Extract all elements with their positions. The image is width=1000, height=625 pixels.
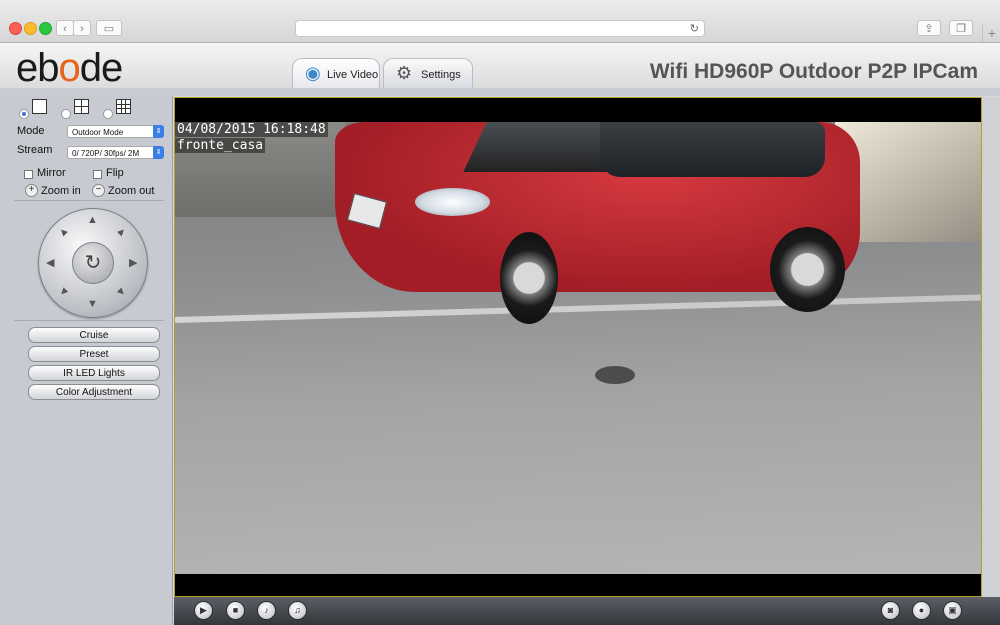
quad-view-icon <box>74 99 89 114</box>
manhole-cover <box>595 366 635 384</box>
webcam-icon: ◉ <box>305 63 321 83</box>
stop-icon[interactable]: ■ <box>226 601 245 620</box>
front-wheel <box>500 232 558 324</box>
zoom-out-icon[interactable]: − <box>92 184 105 197</box>
zoom-out-label[interactable]: Zoom out <box>108 185 154 197</box>
pan-down-right-button[interactable]: ▼ <box>113 284 129 300</box>
pan-left-button[interactable]: ◀ <box>46 256 54 269</box>
fullscreen-icon[interactable]: ▣ <box>943 601 962 620</box>
flip-label: Flip <box>106 167 124 179</box>
osd-timestamp: 04/08/2015 16:18:48 <box>175 122 328 137</box>
cruise-button[interactable]: Cruise <box>28 327 160 343</box>
page-edge <box>982 97 1000 597</box>
video-toolbar: ▶ ■ ♪ ♫ ◙ ● ▣ <box>174 597 1000 625</box>
audio-icon[interactable]: ♫ <box>288 601 307 620</box>
snapshot-icon[interactable]: ◙ <box>881 601 900 620</box>
close-window-button[interactable] <box>9 22 22 35</box>
tab-settings[interactable]: ⚙ Settings <box>383 58 473 88</box>
logo: ebode <box>16 46 123 90</box>
mode-label: Mode <box>17 125 45 137</box>
divider <box>14 200 164 201</box>
ptz-control-pad: ▲ ▼ ◀ ▶ ▲ ▲ ▼ ▼ ↻ <box>38 208 148 318</box>
pan-up-button[interactable]: ▲ <box>87 214 98 226</box>
reload-icon[interactable]: ↻ <box>690 22 699 35</box>
layout-radio-nine[interactable] <box>103 109 113 119</box>
play-icon[interactable]: ▶ <box>194 601 213 620</box>
ptz-center-button[interactable]: ↻ <box>72 242 114 284</box>
tab-strip <box>0 88 1000 96</box>
select-arrow-icon: ⇕ <box>153 146 164 159</box>
rotate-icon: ↻ <box>84 252 102 274</box>
osd-camera-name: fronte_casa <box>175 138 266 153</box>
camera-frame: 04/08/2015 16:18:48 fronte_casa <box>175 122 981 574</box>
nine-view-icon <box>116 99 131 114</box>
road-marking <box>175 294 981 323</box>
layout-radio-quad[interactable] <box>61 109 71 119</box>
flip-checkbox[interactable] <box>93 170 102 179</box>
address-bar[interactable]: ↻ <box>295 20 705 37</box>
pan-down-button[interactable]: ▼ <box>87 298 98 310</box>
color-adjustment-button[interactable]: Color Adjustment <box>28 384 160 400</box>
zoom-window-button[interactable] <box>39 22 52 35</box>
browser-chrome: ‹ › ▭ ↻ ⇪ ❐ + <box>0 0 1000 43</box>
minimize-window-button[interactable] <box>24 22 37 35</box>
preset-button[interactable]: Preset <box>28 346 160 362</box>
mirror-checkbox[interactable] <box>24 170 33 179</box>
divider <box>14 320 164 321</box>
live-video-view[interactable]: 04/08/2015 16:18:48 fronte_casa <box>174 97 982 597</box>
sidebar-icon[interactable]: ▭ <box>96 20 122 36</box>
mode-select[interactable]: Outdoor Mode ⇕ <box>67 125 164 138</box>
chevron-left-icon[interactable]: ‹ <box>56 20 74 36</box>
pan-right-button[interactable]: ▶ <box>129 256 137 269</box>
rear-wheel <box>770 227 845 312</box>
chevron-right-icon[interactable]: › <box>73 20 91 36</box>
pan-down-left-button[interactable]: ▼ <box>55 284 71 300</box>
layout-radio-single[interactable] <box>19 109 29 119</box>
plus-icon[interactable]: + <box>982 25 1000 42</box>
gears-icon: ⚙ <box>396 63 413 83</box>
control-panel: Mode Outdoor Mode ⇕ Stream 0/ 720P/ 30fp… <box>0 96 173 625</box>
record-icon[interactable]: ● <box>912 601 931 620</box>
select-arrow-icon: ⇕ <box>153 125 164 138</box>
car-windows <box>600 122 825 177</box>
single-view-icon <box>32 99 47 114</box>
stream-select[interactable]: 0/ 720P/ 30fps/ 2M ⇕ <box>67 146 164 159</box>
zoom-in-label[interactable]: Zoom in <box>41 185 81 197</box>
product-title: Wifi HD960P Outdoor P2P IPCam <box>649 60 978 83</box>
car-headlight <box>415 188 490 216</box>
zoom-in-icon[interactable]: + <box>25 184 38 197</box>
mirror-label: Mirror <box>37 167 66 179</box>
stream-label: Stream <box>17 144 53 156</box>
tabs-overview-icon[interactable]: ❐ <box>949 20 973 36</box>
ir-led-lights-button[interactable]: IR LED Lights <box>28 365 160 381</box>
talk-icon[interactable]: ♪ <box>257 601 276 620</box>
pan-up-right-button[interactable]: ▲ <box>113 224 129 240</box>
pan-up-left-button[interactable]: ▲ <box>55 224 71 240</box>
share-icon[interactable]: ⇪ <box>917 20 941 36</box>
tab-live-video[interactable]: ◉ Live Video <box>292 58 380 88</box>
